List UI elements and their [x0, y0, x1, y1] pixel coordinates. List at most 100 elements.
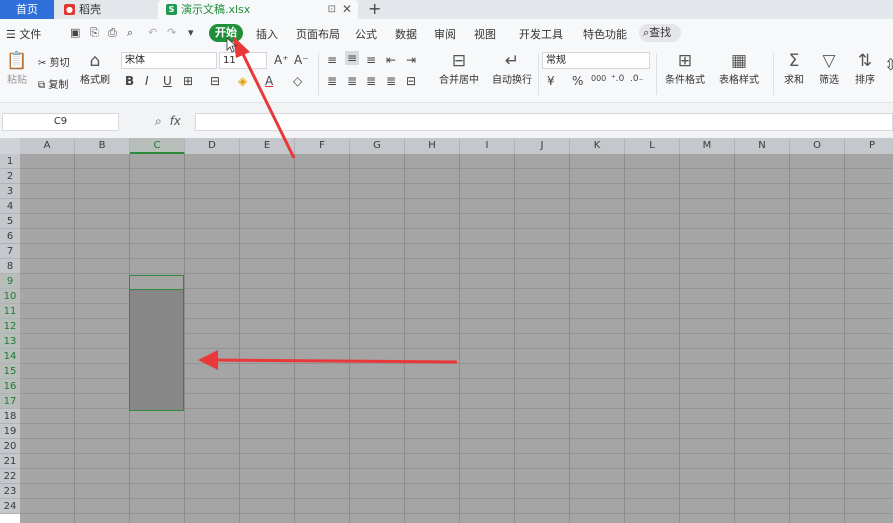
row-header-5[interactable]: 5	[0, 214, 20, 229]
insert-function-icon[interactable]: fx	[170, 114, 181, 128]
font-size-select[interactable]: 11	[219, 52, 267, 69]
column-header-g[interactable]: G	[350, 138, 405, 154]
underline-icon[interactable]: U	[163, 74, 172, 88]
justify-icon[interactable]: ≣	[386, 74, 396, 88]
tab-insert[interactable]: 插入	[256, 26, 278, 42]
zoom-formula-icon[interactable]: ⌕	[155, 114, 162, 128]
select-all-corner[interactable]	[0, 138, 20, 154]
column-header-n[interactable]: N	[735, 138, 790, 154]
align-middle-icon[interactable]: ≡	[345, 51, 360, 65]
number-format-select[interactable]: 常规	[542, 52, 650, 69]
tab-data[interactable]: 数据	[395, 26, 417, 42]
paste-button[interactable]: 📋 粘贴	[2, 51, 32, 86]
row-header-18[interactable]: 18	[0, 409, 20, 424]
customize-toolbar-icon[interactable]: ▾	[188, 26, 194, 39]
copy-button[interactable]: ⧉ 复制	[38, 76, 68, 91]
percent-button[interactable]: %	[572, 74, 583, 88]
column-header-i[interactable]: I	[460, 138, 515, 154]
font-name-select[interactable]: 宋体	[121, 52, 217, 69]
redo-icon[interactable]: ↷	[167, 26, 176, 39]
row-header-7[interactable]: 7	[0, 244, 20, 259]
tab-formulas[interactable]: 公式	[355, 26, 377, 42]
column-header-l[interactable]: L	[625, 138, 680, 154]
selected-range[interactable]	[129, 275, 184, 411]
row-header-16[interactable]: 16	[0, 379, 20, 394]
currency-icon[interactable]: ¥	[547, 74, 555, 88]
row-header-6[interactable]: 6	[0, 229, 20, 244]
row-header-17[interactable]: 17	[0, 394, 20, 409]
row-header-14[interactable]: 14	[0, 349, 20, 364]
conditional-format-button[interactable]: ⊞ 条件格式	[660, 51, 710, 86]
decrease-font-icon[interactable]: A⁻	[294, 53, 309, 67]
file-menu[interactable]: ☰ 文件	[6, 26, 41, 42]
tab-home[interactable]: 首页	[0, 0, 54, 19]
row-header-11[interactable]: 11	[0, 304, 20, 319]
fill-icon[interactable]: ⇳	[884, 55, 893, 74]
cut-button[interactable]: ✂ 剪切	[38, 54, 70, 69]
autosum-button[interactable]: Σ 求和	[778, 51, 810, 86]
tab-daoke[interactable]: ● 稻壳	[56, 0, 156, 19]
format-painter-button[interactable]: ⌂ 格式刷	[78, 51, 112, 86]
auto-wrap-button[interactable]: ↵ 自动换行	[490, 51, 534, 86]
print-icon[interactable]: ⎙	[108, 26, 117, 40]
decrease-decimal-icon[interactable]: .0₋	[630, 74, 643, 84]
merge-center-button[interactable]: ⊟ 合并居中	[434, 51, 484, 86]
row-header-23[interactable]: 23	[0, 484, 20, 499]
decrease-indent-icon[interactable]: ⇤	[386, 53, 396, 67]
column-header-o[interactable]: O	[790, 138, 845, 154]
tab-developer[interactable]: 开发工具	[519, 26, 563, 42]
row-header-12[interactable]: 12	[0, 319, 20, 334]
row-header-22[interactable]: 22	[0, 469, 20, 484]
column-header-k[interactable]: K	[570, 138, 625, 154]
export-icon[interactable]: ⎘	[90, 26, 99, 40]
column-header-p[interactable]: P	[845, 138, 893, 154]
increase-font-icon[interactable]: A⁺	[274, 53, 289, 67]
align-center-icon[interactable]: ≣	[347, 74, 357, 88]
align-top-icon[interactable]: ≡	[327, 53, 337, 67]
column-header-h[interactable]: H	[405, 138, 460, 154]
increase-decimal-icon[interactable]: ⁺.0	[611, 74, 624, 84]
row-header-19[interactable]: 19	[0, 424, 20, 439]
bold-icon[interactable]: B	[125, 74, 134, 88]
save-icon[interactable]: ▣	[70, 26, 80, 39]
tab-page-layout[interactable]: 页面布局	[296, 26, 340, 42]
clear-format-icon[interactable]: ◇	[293, 74, 302, 88]
row-header-13[interactable]: 13	[0, 334, 20, 349]
row-header-9[interactable]: 9	[0, 274, 20, 289]
column-header-d[interactable]: D	[185, 138, 240, 154]
column-header-c[interactable]: C	[130, 138, 185, 154]
window-pin-icon[interactable]: ⊡	[328, 0, 336, 19]
font-color-icon[interactable]: A	[265, 74, 273, 88]
fill-color-icon[interactable]: ◈	[238, 74, 247, 88]
column-header-b[interactable]: B	[75, 138, 130, 154]
sort-button[interactable]: ⇅ 排序	[848, 51, 882, 86]
column-header-j[interactable]: J	[515, 138, 570, 154]
column-header-m[interactable]: M	[680, 138, 735, 154]
italic-icon[interactable]: I	[145, 74, 149, 88]
tab-home-ribbon[interactable]: 开始	[209, 24, 243, 42]
align-bottom-icon[interactable]: ≡	[366, 53, 376, 67]
search-button[interactable]: ⌕查找	[639, 24, 681, 42]
row-header-8[interactable]: 8	[0, 259, 20, 274]
row-header-4[interactable]: 4	[0, 199, 20, 214]
tab-spreadsheet-file[interactable]: S 演示文稿.xlsx ⊡ ✕	[158, 0, 358, 19]
increase-indent-icon[interactable]: ⇥	[406, 53, 416, 67]
row-header-1[interactable]: 1	[0, 154, 20, 169]
border-icon[interactable]: ⊞	[183, 74, 193, 88]
undo-icon[interactable]: ↶	[148, 26, 157, 39]
align-right-icon[interactable]: ≣	[366, 74, 376, 88]
thousands-separator-button[interactable]: 000	[591, 74, 606, 83]
table-style-button[interactable]: ▦ 表格样式	[714, 51, 764, 86]
row-header-20[interactable]: 20	[0, 439, 20, 454]
formula-input[interactable]	[195, 113, 893, 131]
align-left-icon[interactable]: ≣	[327, 74, 337, 88]
cell-pattern-icon[interactable]: ⊟	[210, 74, 220, 88]
row-header-10[interactable]: 10	[0, 289, 20, 304]
column-header-a[interactable]: A	[20, 138, 75, 154]
add-tab-button[interactable]: +	[368, 0, 381, 18]
print-preview-icon[interactable]: ⌕	[127, 26, 133, 40]
active-cell[interactable]	[129, 275, 184, 290]
name-box[interactable]: C9	[2, 113, 119, 131]
row-header-2[interactable]: 2	[0, 169, 20, 184]
tab-review[interactable]: 审阅	[434, 26, 456, 42]
